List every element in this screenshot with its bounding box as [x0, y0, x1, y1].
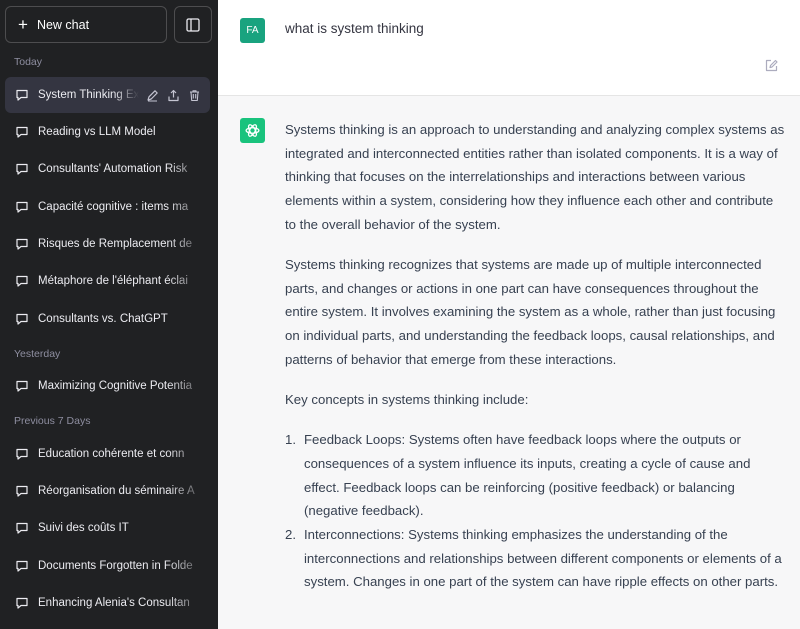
chat-bubble-icon	[14, 273, 30, 289]
chat-bubble-icon	[14, 520, 30, 536]
edit-message-button[interactable]	[764, 58, 780, 74]
key-concepts-list: 1. Feedback Loops: Systems often have fe…	[285, 428, 785, 594]
share-icon[interactable]	[166, 88, 181, 103]
chat-bubble-icon	[14, 558, 30, 574]
chat-bubble-icon	[14, 446, 30, 462]
sidebar: + New chat Today System Thinking Ex Read…	[0, 0, 218, 629]
chat-item-actions	[145, 88, 202, 103]
pencil-icon[interactable]	[145, 88, 160, 103]
conversation-area: FA what is system thinking Systems think…	[218, 0, 800, 629]
trash-icon[interactable]	[187, 88, 202, 103]
assistant-paragraph: Key concepts in systems thinking include…	[285, 392, 529, 408]
sidebar-toggle-button[interactable]	[174, 6, 212, 43]
chat-item-label: Métaphore de l'éléphant éclai	[38, 275, 188, 287]
chat-item-label: Maximizing Cognitive Potentia	[38, 380, 193, 392]
chat-bubble-icon	[14, 595, 30, 611]
list-item-number: 2.	[285, 527, 296, 543]
sidebar-chat-item[interactable]: Capacité cognitive : items ma	[5, 189, 210, 225]
user-message: what is system thinking	[285, 21, 424, 36]
chat-item-label: Éducation cohérente et conn	[38, 448, 185, 460]
chat-bubble-icon	[14, 236, 30, 252]
chat-bubble-icon	[14, 87, 30, 103]
sidebar-chat-item[interactable]: Reading vs LLM Model	[5, 114, 210, 150]
list-item: 1. Feedback Loops: Systems often have fe…	[285, 428, 785, 523]
chat-item-label: Risques de Remplacement de	[38, 238, 193, 250]
sidebar-chat-item[interactable]: Consultants' Automation Risk	[5, 151, 210, 187]
chat-bubble-icon	[14, 483, 30, 499]
chat-item-label: Enhancing Alenia's Consultan	[38, 597, 190, 609]
chat-item-label: Consultants' Automation Risk	[38, 163, 188, 175]
assistant-paragraph: Systems thinking recognizes that systems…	[285, 257, 776, 367]
sidebar-toggle-icon	[186, 17, 200, 32]
assistant-message: Systems thinking is an approach to under…	[285, 118, 785, 594]
sidebar-top-row: + New chat	[5, 6, 212, 43]
assistant-message-row: Systems thinking is an approach to under…	[218, 96, 800, 629]
sidebar-chat-item[interactable]: Enhancing Alenia's Consultan	[5, 585, 210, 621]
chat-item-label: Consultants vs. ChatGPT	[38, 313, 168, 325]
chat-item-label: Reading vs LLM Model	[38, 126, 156, 138]
chat-bubble-icon	[14, 124, 30, 140]
chat-bubble-icon	[14, 378, 30, 394]
chat-bubble-icon	[14, 161, 30, 177]
chat-bubble-icon	[14, 311, 30, 327]
sidebar-chat-item[interactable]: Documents Forgotten in Folde	[5, 548, 210, 584]
list-item: 2. Interconnections: Systems thinking em…	[285, 523, 785, 594]
user-avatar: FA	[240, 18, 265, 43]
list-item-text: Feedback Loops: Systems often have feedb…	[304, 432, 751, 519]
assistant-avatar	[240, 118, 265, 143]
list-item-text: Interconnections: Systems thinking empha…	[304, 527, 782, 590]
sidebar-chat-item[interactable]: Risques de Remplacement de	[5, 226, 210, 262]
chat-bubble-icon	[14, 199, 30, 215]
user-message-row: FA what is system thinking	[218, 0, 800, 96]
chat-item-label: System Thinking Ex	[38, 89, 140, 101]
sidebar-chat-item[interactable]: Éducation cohérente et conn	[5, 436, 210, 472]
sidebar-chat-item[interactable]: Métaphore de l'éléphant éclai	[5, 263, 210, 299]
edit-icon	[765, 59, 778, 72]
section-label-previous-7-days: Previous 7 Days	[14, 415, 91, 427]
sidebar-chat-item[interactable]: Consultants vs. ChatGPT	[5, 301, 210, 337]
sidebar-chat-item[interactable]: Maximizing Cognitive Potentia	[5, 368, 210, 404]
plus-icon: +	[18, 15, 28, 34]
assistant-paragraph: Systems thinking is an approach to under…	[285, 122, 785, 232]
chat-item-label: Documents Forgotten in Folde	[38, 560, 193, 572]
new-chat-label: New chat	[36, 17, 90, 32]
openai-logo-icon	[245, 124, 260, 137]
sidebar-chat-item[interactable]: System Thinking Ex	[5, 77, 210, 113]
new-chat-button[interactable]: + New chat	[5, 6, 167, 43]
section-label-today: Today	[14, 56, 43, 68]
sidebar-chat-item[interactable]: Réorganisation du séminaire A	[5, 473, 210, 509]
chat-item-label: Capacité cognitive : items ma	[38, 201, 189, 213]
sidebar-chat-item[interactable]: Suivi des coûts IT	[5, 510, 210, 546]
section-label-yesterday: Yesterday	[14, 348, 61, 360]
chat-item-label: Suivi des coûts IT	[38, 522, 129, 534]
chat-item-label: Réorganisation du séminaire A	[38, 485, 195, 497]
list-item-number: 1.	[285, 432, 296, 448]
